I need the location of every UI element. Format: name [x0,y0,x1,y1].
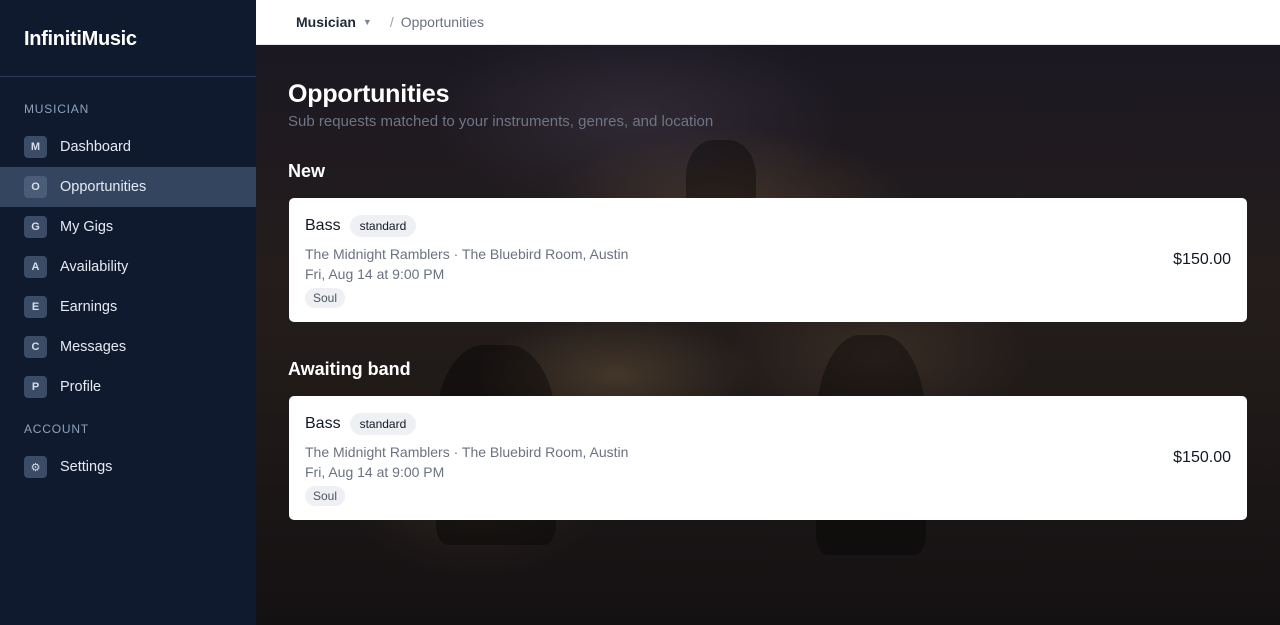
earnings-icon: E [24,296,47,318]
sidebar-item-label: Profile [60,379,102,395]
sidebar-item-earnings[interactable]: E Earnings [0,287,256,327]
page-subtitle: Sub requests matched to your instruments… [288,113,714,130]
genre-tag: Soul [305,486,346,506]
card-venue: The Midnight Ramblers · The Bluebird Roo… [305,246,629,262]
opportunities-icon: O [24,176,47,198]
breadcrumb-current: Opportunities [400,14,484,30]
card-date: Fri, Aug 14 at 9:00 PM [305,266,445,282]
dashboard-icon: M [24,136,47,158]
sidebar-item-label: Availability [60,259,129,275]
main-content: Opportunities Sub requests matched to yo… [256,45,1280,625]
sidebar-item-availability[interactable]: A Availability [0,247,256,287]
sidebar-item-label: My Gigs [60,219,114,235]
caret-down-icon[interactable]: ▼ [363,17,372,27]
my-gigs-icon: G [24,216,47,238]
sidebar-item-settings[interactable]: ⚙ Settings [0,447,256,487]
card-price: $150.00 [1173,449,1231,466]
section-heading-awaiting-band: Awaiting band [288,359,411,379]
sidebar-section-account: ACCOUNT [24,422,89,436]
app-logo[interactable]: InfinitiMusic [0,0,256,77]
card-venue: The Midnight Ramblers · The Bluebird Roo… [305,444,629,460]
sidebar-item-dashboard[interactable]: M Dashboard [0,127,256,167]
sidebar-item-profile[interactable]: P Profile [0,367,256,407]
sidebar-item-opportunities[interactable]: O Opportunities [0,167,256,207]
tier-badge: standard [349,215,417,237]
topbar: Musician ▼ / Opportunities [256,0,1280,45]
sidebar-item-label: Messages [60,339,127,355]
messages-icon: C [24,336,47,358]
card-date: Fri, Aug 14 at 9:00 PM [305,464,445,480]
sidebar: InfinitiMusic MUSICIAN M Dashboard O Opp… [0,0,256,625]
sidebar-item-label: Opportunities [60,179,147,195]
profile-icon: P [24,376,47,398]
card-price: $150.00 [1173,251,1231,268]
gear-icon: ⚙ [24,456,47,478]
tier-badge: standard [349,413,417,435]
section-heading-new: New [288,161,326,181]
sidebar-item-label: Earnings [60,299,118,315]
card-instrument: Bass [305,415,341,432]
role-switcher[interactable]: Musician [296,14,356,30]
card-instrument: Bass [305,217,341,234]
sidebar-item-messages[interactable]: C Messages [0,327,256,367]
breadcrumb-separator: / [389,14,394,30]
opportunity-card[interactable]: Bass standard The Midnight Ramblers · Th… [289,198,1247,322]
sidebar-item-my-gigs[interactable]: G My Gigs [0,207,256,247]
sidebar-item-label: Dashboard [60,139,131,155]
sidebar-section-musician: MUSICIAN [24,102,90,116]
availability-icon: A [24,256,47,278]
genre-tag: Soul [305,288,346,308]
sidebar-item-label: Settings [60,459,113,475]
opportunity-card[interactable]: Bass standard The Midnight Ramblers · Th… [289,396,1247,520]
page-title: Opportunities [288,80,450,108]
